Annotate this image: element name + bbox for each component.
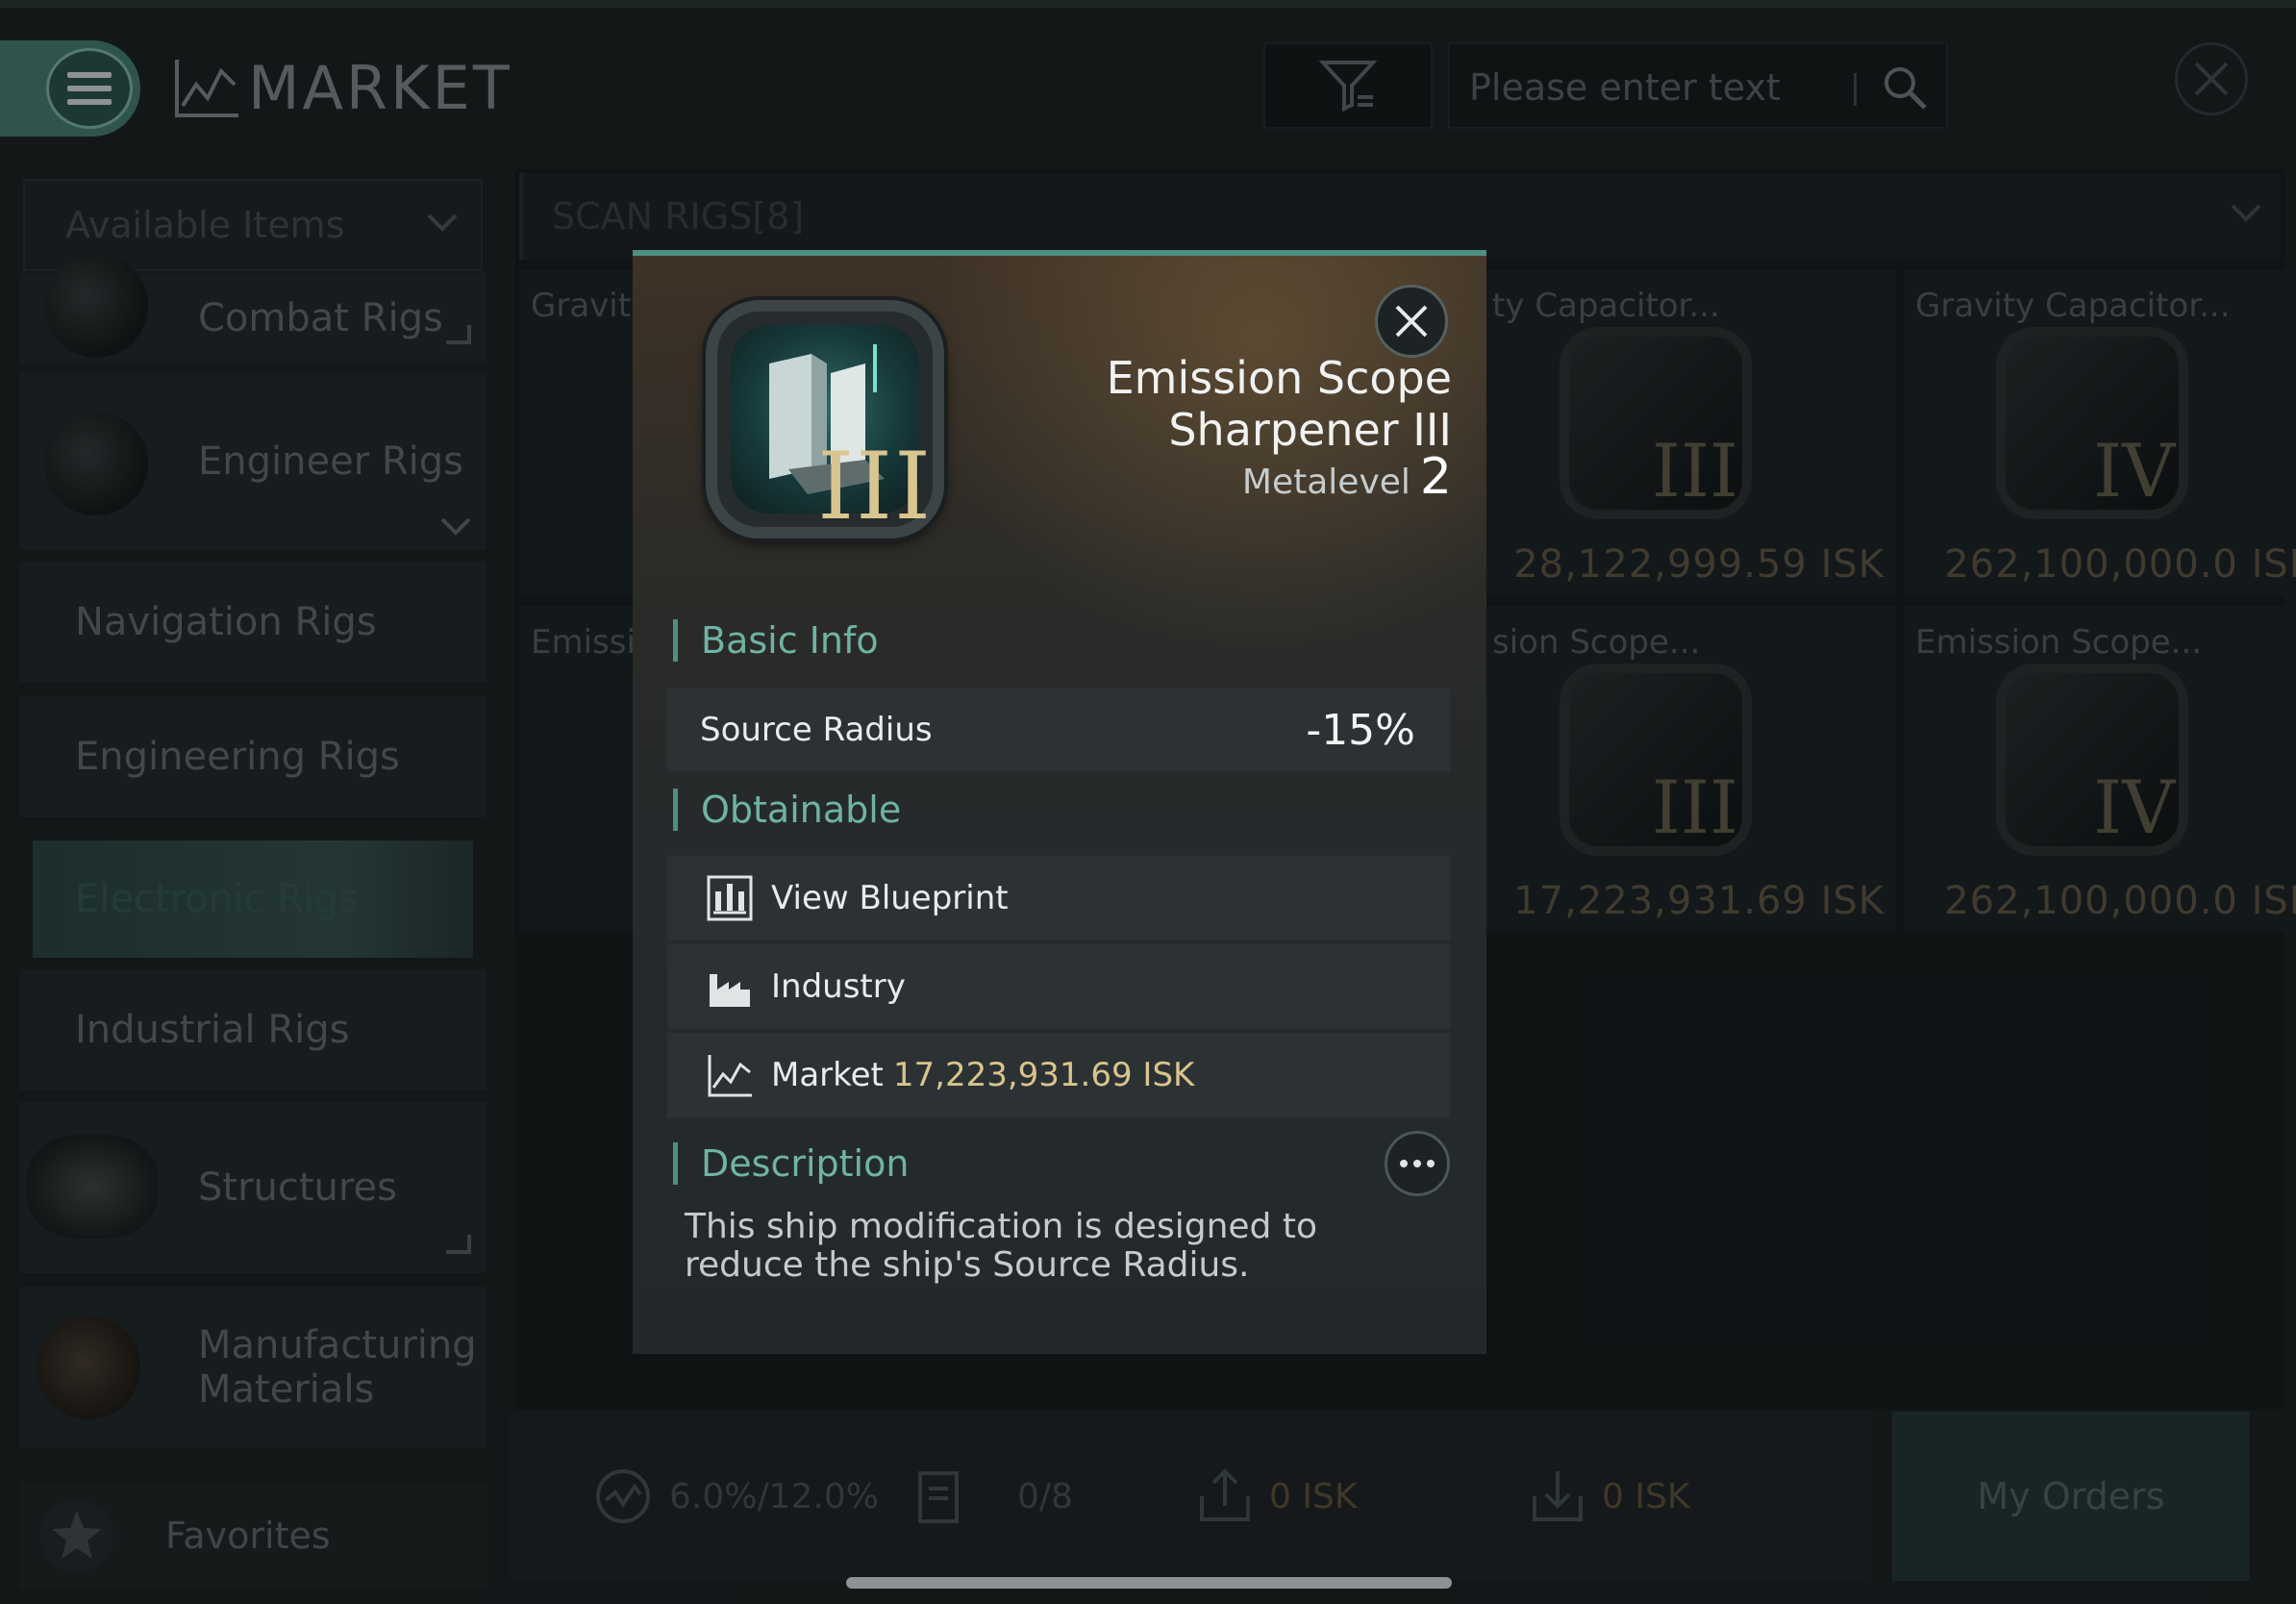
factory-icon (710, 974, 750, 1007)
metalevel-label: Metalevel (1241, 463, 1410, 502)
source-radius-row: Source Radius -15% (667, 689, 1450, 771)
description-more-button[interactable] (1385, 1131, 1450, 1196)
more-dot-icon (1413, 1160, 1421, 1167)
basic-info-heading: Basic Info (673, 619, 879, 662)
description-heading: Description (673, 1142, 909, 1185)
industry-label: Industry (771, 967, 906, 1006)
metalevel-row: Metalevel 2 (1242, 448, 1452, 506)
market-label: Market (771, 1056, 884, 1094)
item-name: Emission Scope Sharpener III (1106, 352, 1452, 456)
modal-close-button[interactable] (1375, 285, 1448, 358)
more-dot-icon (1427, 1160, 1435, 1167)
industry-row[interactable]: Industry (667, 944, 1450, 1029)
blueprint-icon (707, 875, 753, 921)
market-price: 17,223,931.69 ISK (892, 1056, 1195, 1094)
metalevel-value: 2 (1419, 448, 1452, 506)
view-blueprint-row[interactable]: View Blueprint (667, 856, 1450, 940)
item-tier-label: III (817, 433, 933, 540)
view-blueprint-label: View Blueprint (771, 879, 1009, 917)
description-text: This ship modification is designed to re… (685, 1207, 1317, 1285)
source-radius-label: Source Radius (700, 711, 933, 749)
more-dot-icon (1400, 1160, 1408, 1167)
market-chart-icon (708, 1055, 752, 1097)
home-indicator[interactable] (846, 1577, 1452, 1589)
source-radius-value: -15% (1306, 705, 1415, 755)
item-icon: III (706, 300, 944, 540)
obtainable-heading: Obtainable (673, 789, 901, 831)
item-info-modal: III Emission Scope Sharpener III Metalev… (633, 250, 1486, 1354)
close-icon (1395, 305, 1428, 338)
market-row[interactable]: Market 17,223,931.69 ISK (667, 1033, 1450, 1117)
